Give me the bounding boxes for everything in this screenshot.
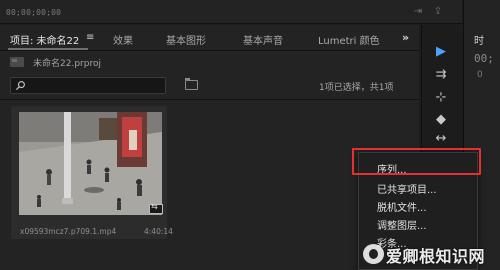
new-bin-icon[interactable] [185, 78, 198, 90]
selection-status: 1项已选择，共1项 [319, 83, 394, 93]
tab-essential-sound[interactable]: 基本声音 [243, 32, 283, 47]
timecode-sub: 0 [477, 70, 483, 80]
tab-menu-icon[interactable]: ≡ [86, 32, 94, 43]
menu-item-adjustment-layer[interactable]: 调整图层... [377, 217, 427, 232]
tab-effects[interactable]: 效果 [113, 32, 133, 47]
clip-thumbnail-card[interactable]: x09593mcz7.p709.1.mp4 4:40:14 [11, 106, 173, 239]
active-tab-indicator [8, 48, 88, 50]
tab-timeline[interactable]: 时 [474, 32, 484, 47]
tab-project[interactable]: 项目: 未命名22 [10, 32, 79, 47]
search-icon [15, 81, 25, 91]
menu-item-shared-project[interactable]: 已共享项目... [377, 181, 437, 196]
street-scene-illustration [19, 112, 162, 215]
project-file-name: 未命名22.prproj [33, 59, 101, 69]
watermark: 爱卿根知识网 [360, 239, 500, 270]
clip-name: x09593mcz7.p709.1.mp4 [20, 227, 117, 236]
selection-tool-icon[interactable]: ▶ [431, 43, 451, 61]
clip-thumbnail-image [19, 112, 162, 215]
tab-lumetri-color[interactable]: Lumetri 颜色 [318, 32, 380, 47]
track-select-tool-icon[interactable]: ⇉ [431, 66, 451, 84]
watermark-logo-icon [363, 244, 384, 264]
timeline-header-bar: 00;00;00;00 ⇥ ⇪ [0, 0, 462, 24]
highlight-annotation-box [352, 148, 481, 175]
slip-tool-icon[interactable]: ↔ [431, 130, 451, 148]
menu-item-offline-file[interactable]: 脱机文件... [377, 199, 427, 214]
divider [0, 99, 419, 100]
project-file-icon [10, 57, 24, 67]
clip-duration: 4:40:14 [144, 227, 173, 236]
playhead-timecode: 00; [474, 52, 494, 65]
export-frame-icon[interactable]: ⇥ [412, 6, 424, 18]
video-badge-icon [149, 202, 163, 214]
watermark-text: 爱卿根知识网 [386, 247, 486, 266]
search-input[interactable] [10, 77, 166, 94]
share-icon[interactable]: ⇪ [432, 6, 444, 18]
panel-tabs: 项目: 未命名22 ≡ 效果 基本图形 基本声音 Lumetri 颜色 » [0, 25, 419, 51]
ripple-edit-tool-icon[interactable]: ⊹ [431, 89, 451, 107]
timecode-display: 00;00;00;00 [6, 8, 62, 17]
tabs-overflow-icon[interactable]: » [402, 31, 409, 44]
tab-essential-graphics[interactable]: 基本图形 [166, 32, 206, 47]
project-file-row: 未命名22.prproj [0, 52, 419, 72]
razor-tool-icon[interactable]: ◆ [431, 111, 451, 129]
